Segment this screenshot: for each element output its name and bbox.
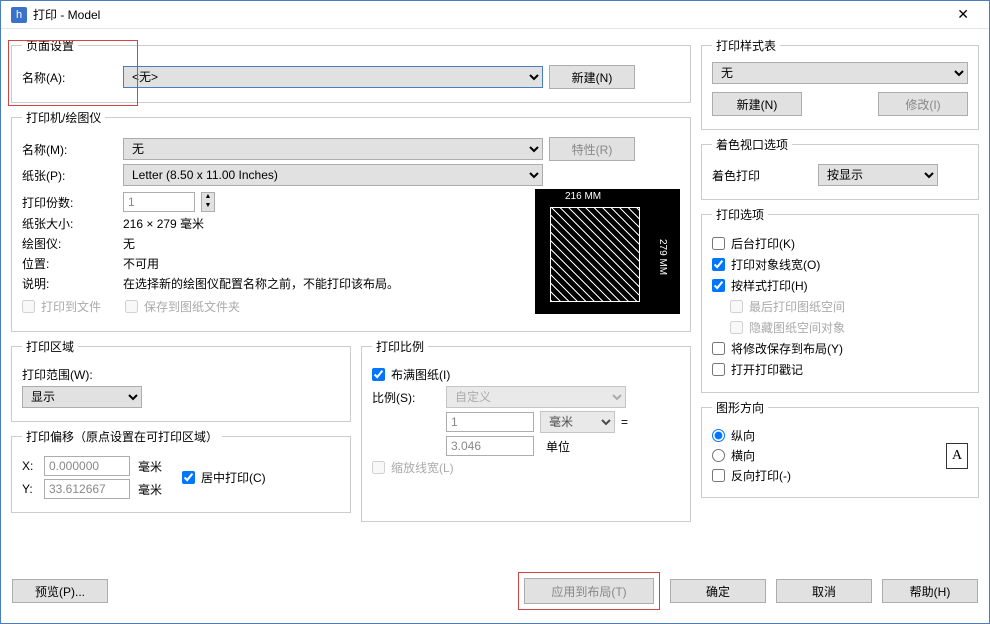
app-icon: h: [11, 7, 27, 23]
style-table-legend: 打印样式表: [712, 37, 780, 54]
print-offset-legend: 打印偏移（原点设置在可打印区域）: [22, 428, 222, 445]
hide-ps-check: 隐藏图纸空间对象: [730, 319, 968, 336]
shade-viewport-legend: 着色视口选项: [712, 136, 792, 153]
apply-highlight: 应用到布局(T): [518, 572, 660, 610]
print-offset-group: 打印偏移（原点设置在可打印区域） X: 毫米 Y: 毫米: [11, 428, 351, 513]
preview-right-label: 279 MM: [657, 239, 668, 275]
page-name-select[interactable]: <无>: [123, 66, 543, 88]
style-new-button[interactable]: 新建(N): [712, 92, 802, 116]
center-check[interactable]: 居中打印(C): [182, 469, 266, 486]
preview-top-label: 216 MM: [565, 191, 601, 202]
print-to-file-check: 打印到文件: [22, 298, 101, 315]
printer-group: 打印机/绘图仪 名称(M): 无 特性(R) 纸张(P): Letter (8.…: [11, 109, 691, 332]
ok-button[interactable]: 确定: [670, 579, 766, 603]
lw-check[interactable]: 打印对象线宽(O): [712, 256, 968, 273]
ratio-label: 比例(S):: [372, 389, 440, 406]
shade-viewport-group: 着色视口选项 着色打印 按显示: [701, 136, 979, 200]
last-ps-check: 最后打印图纸空间: [730, 298, 968, 315]
page-setup-group: 页面设置 名称(A): <无> 新建(N): [11, 37, 691, 103]
plot-options-group: 打印选项 后台打印(K) 打印对象线宽(O) 按样式打印(H) 最后打印图纸空间…: [701, 206, 979, 393]
plotter-value: 无: [123, 235, 135, 252]
window-title: 打印 - Model: [33, 6, 947, 23]
print-area-legend: 打印区域: [22, 338, 78, 355]
save-layout-check[interactable]: 将修改保存到布局(Y): [712, 340, 968, 357]
titlebar: h 打印 - Model ✕: [1, 1, 989, 29]
print-scale-group: 打印比例 布满图纸(I) 比例(S): 自定义 毫米 =: [361, 338, 691, 522]
paper-size-value: 216 × 279 毫米: [123, 215, 204, 232]
printer-props-button: 特性(R): [549, 137, 635, 161]
ratio-select: 自定义: [446, 386, 626, 408]
scale-num-input: [446, 412, 534, 432]
copies-label: 打印份数:: [22, 194, 117, 211]
scope-label: 打印范围(W):: [22, 366, 93, 383]
style-table-group: 打印样式表 无 新建(N) 修改(I): [701, 37, 979, 130]
bg-check[interactable]: 后台打印(K): [712, 235, 968, 252]
paper-select[interactable]: Letter (8.50 x 11.00 Inches): [123, 164, 543, 186]
x-unit: 毫米: [138, 458, 162, 475]
help-button[interactable]: 帮助(H): [882, 579, 978, 603]
style-check[interactable]: 按样式打印(H): [712, 277, 968, 294]
x-label: X:: [22, 459, 40, 473]
style-table-select[interactable]: 无: [712, 62, 968, 84]
y-unit: 毫米: [138, 481, 162, 498]
printer-name-select[interactable]: 无: [123, 138, 543, 160]
equals-label: =: [621, 415, 628, 429]
plotter-label: 绘图仪:: [22, 235, 117, 252]
direction-legend: 图形方向: [712, 399, 768, 416]
page-new-button[interactable]: 新建(N): [549, 65, 635, 89]
desc-value: 在选择新的绘图仪配置名称之前，不能打印该布局。: [123, 275, 399, 292]
save-to-folder-check: 保存到图纸文件夹: [125, 298, 240, 315]
y-label: Y:: [22, 482, 40, 496]
scope-select[interactable]: 显示: [22, 386, 142, 408]
desc-label: 说明:: [22, 275, 117, 292]
shade-select[interactable]: 按显示: [818, 164, 938, 186]
apply-button: 应用到布局(T): [524, 578, 654, 604]
location-value: 不可用: [123, 255, 159, 272]
x-input: [44, 456, 130, 476]
scale-denom-input: [446, 436, 534, 456]
direction-group: 图形方向 纵向 横向 反向打印(-) A: [701, 399, 979, 498]
page-setup-legend: 页面设置: [22, 37, 78, 54]
close-icon[interactable]: ✕: [947, 2, 979, 27]
copies-input: [123, 192, 195, 212]
y-input: [44, 479, 130, 499]
preview-button[interactable]: 预览(P)...: [12, 579, 108, 603]
stamp-check[interactable]: 打开打印戳记: [712, 361, 968, 378]
print-scale-legend: 打印比例: [372, 338, 428, 355]
style-modify-button: 修改(I): [878, 92, 968, 116]
shade-label: 着色打印: [712, 167, 812, 184]
paper-label: 纸张(P):: [22, 167, 117, 184]
paper-size-label: 纸张大小:: [22, 215, 117, 232]
footer-bar: 预览(P)... 应用到布局(T) 确定 取消 帮助(H): [12, 572, 978, 610]
portrait-radio[interactable]: 纵向: [712, 427, 946, 444]
fit-check[interactable]: 布满图纸(I): [372, 366, 680, 383]
print-area-group: 打印区域 打印范围(W): 显示: [11, 338, 351, 422]
plot-options-legend: 打印选项: [712, 206, 768, 223]
printer-legend: 打印机/绘图仪: [22, 109, 105, 126]
printer-name-label: 名称(M):: [22, 141, 117, 158]
paper-preview: 216 MM 279 MM: [535, 189, 680, 314]
unit-text: 单位: [540, 438, 615, 455]
scale-unit-select: 毫米: [540, 411, 615, 433]
direction-icon: A: [946, 443, 968, 469]
copies-spinner[interactable]: ▲▼: [201, 192, 215, 212]
scale-lw-check: 缩放线宽(L): [372, 459, 680, 476]
page-name-label: 名称(A):: [22, 69, 117, 86]
landscape-radio[interactable]: 横向: [712, 447, 946, 464]
location-label: 位置:: [22, 255, 117, 272]
cancel-button[interactable]: 取消: [776, 579, 872, 603]
reverse-check[interactable]: 反向打印(-): [712, 467, 946, 484]
